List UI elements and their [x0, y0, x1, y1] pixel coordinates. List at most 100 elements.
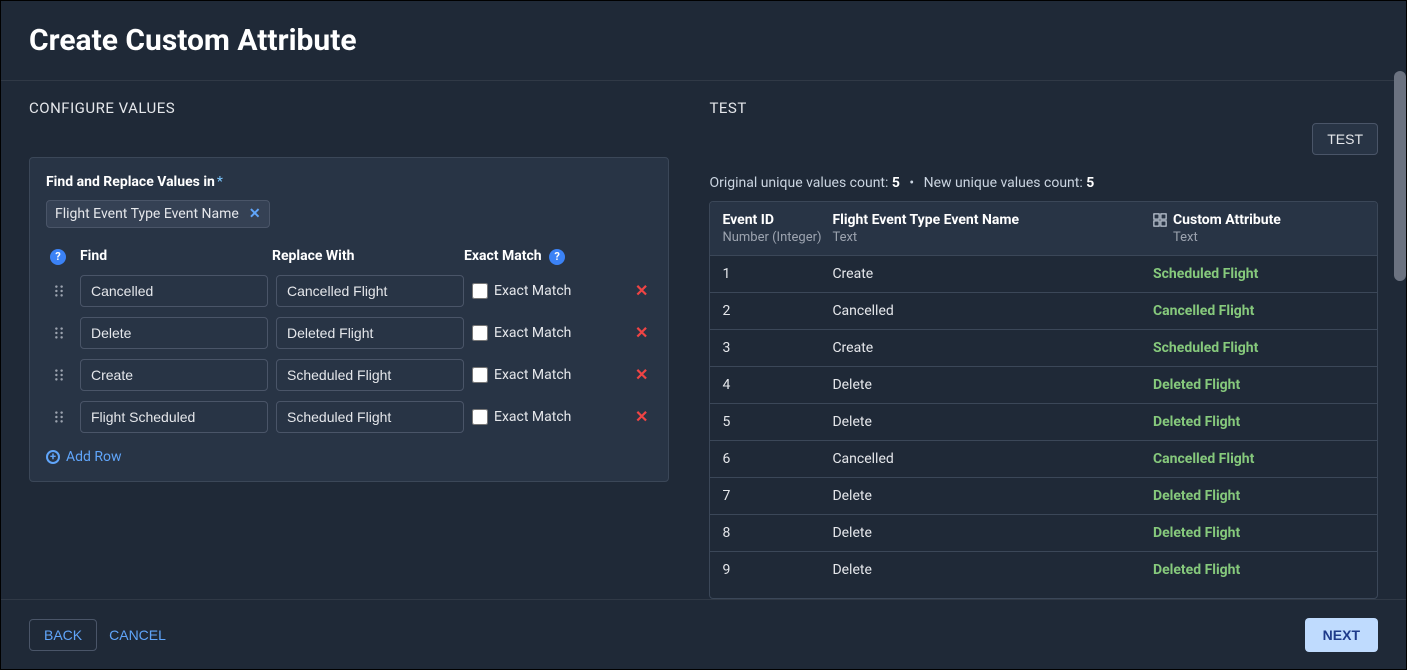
chip-remove-icon[interactable]: ✕ — [249, 206, 261, 222]
replace-input[interactable] — [276, 359, 464, 391]
find-input[interactable] — [80, 275, 268, 307]
cell-custom-attribute: Deleted Flight — [1153, 525, 1365, 541]
exact-match-checkbox[interactable] — [472, 367, 488, 383]
cell-event-name: Delete — [832, 525, 1153, 541]
rule-row: Exact Match ✕ — [46, 401, 652, 433]
find-input[interactable] — [80, 317, 268, 349]
th-event-name: Flight Event Type Event Name Text — [832, 212, 1153, 245]
cell-event-name: Delete — [832, 377, 1153, 393]
table-row: 2CancelledCancelled Flight — [710, 292, 1377, 329]
replace-input[interactable] — [276, 275, 464, 307]
exact-match-checkbox[interactable] — [472, 325, 488, 341]
cell-event-id: 4 — [722, 377, 832, 393]
find-column-header: Find — [80, 248, 272, 264]
rules-body: Exact Match✕Exact Match✕Exact Match✕Exac… — [46, 275, 652, 433]
exact-match-label: Exact Match — [494, 367, 571, 383]
cell-custom-attribute: Scheduled Flight — [1153, 266, 1365, 282]
replace-column-header: Replace With — [272, 248, 464, 264]
new-count-label: New unique values count: — [924, 175, 1083, 191]
cell-event-id: 5 — [722, 414, 832, 430]
test-button[interactable]: TEST — [1312, 123, 1378, 155]
cell-event-name: Cancelled — [832, 451, 1153, 467]
find-replace-label: Find and Replace Values in — [46, 174, 215, 190]
exact-match-label: Exact Match — [494, 409, 571, 425]
help-icon[interactable]: ? — [50, 249, 66, 265]
back-button[interactable]: BACK — [29, 619, 97, 651]
drag-handle-icon[interactable] — [46, 410, 72, 424]
help-icon[interactable]: ? — [549, 249, 565, 265]
match-column-header: Exact Match ? — [464, 248, 652, 265]
replace-input[interactable] — [276, 401, 464, 433]
drag-handle-icon[interactable] — [46, 326, 72, 340]
replace-input[interactable] — [276, 317, 464, 349]
delete-row-icon[interactable]: ✕ — [635, 323, 652, 342]
main: CONFIGURE VALUES Find and Replace Values… — [1, 71, 1406, 599]
th-event-id: Event ID Number (Integer) — [722, 212, 832, 245]
cell-event-name: Delete — [832, 488, 1153, 504]
footer: BACK CANCEL NEXT — [1, 599, 1406, 669]
cell-event-id: 6 — [722, 451, 832, 467]
table-header: Event ID Number (Integer) Flight Event T… — [710, 202, 1377, 256]
table-row: 3CreateScheduled Flight — [710, 329, 1377, 366]
configure-card: Find and Replace Values in* Flight Event… — [29, 157, 669, 482]
configure-section-title: CONFIGURE VALUES — [29, 99, 669, 117]
exact-match-label: Exact Match — [494, 283, 571, 299]
test-header: TEST — [709, 99, 1378, 117]
cell-event-id: 3 — [722, 340, 832, 356]
find-input[interactable] — [80, 401, 268, 433]
cell-event-id: 7 — [722, 488, 832, 504]
cell-custom-attribute: Deleted Flight — [1153, 377, 1365, 393]
delete-row-icon[interactable]: ✕ — [635, 407, 652, 426]
results-table: Event ID Number (Integer) Flight Event T… — [709, 201, 1378, 599]
test-section-title: TEST — [709, 99, 746, 117]
find-input[interactable] — [80, 359, 268, 391]
cell-event-name: Delete — [832, 414, 1153, 430]
cell-custom-attribute: Cancelled Flight — [1153, 451, 1365, 467]
cell-event-name: Cancelled — [832, 303, 1153, 319]
plus-icon: + — [46, 450, 60, 464]
cell-custom-attribute: Deleted Flight — [1153, 562, 1365, 578]
source-column-chip[interactable]: Flight Event Type Event Name ✕ — [46, 200, 270, 228]
exact-match-checkbox[interactable] — [472, 409, 488, 425]
next-button[interactable]: NEXT — [1305, 618, 1378, 652]
scrollbar-thumb[interactable] — [1394, 71, 1406, 281]
table-row: 5DeleteDeleted Flight — [710, 403, 1377, 440]
cell-custom-attribute: Deleted Flight — [1153, 414, 1365, 430]
delete-row-icon[interactable]: ✕ — [635, 365, 652, 384]
help-column: ? — [46, 248, 80, 265]
cell-custom-attribute: Cancelled Flight — [1153, 303, 1365, 319]
required-asterisk: * — [217, 174, 223, 190]
test-pane: TEST TEST Original unique values count: … — [689, 71, 1406, 599]
rule-row: Exact Match✕ — [46, 317, 652, 349]
table-row: 6CancelledCancelled Flight — [710, 440, 1377, 477]
cell-event-name: Delete — [832, 562, 1153, 578]
cell-event-name: Create — [832, 340, 1153, 356]
cell-event-id: 8 — [722, 525, 832, 541]
add-row-button[interactable]: + Add Row — [46, 449, 122, 465]
table-row: 1CreateScheduled Flight — [710, 256, 1377, 292]
table-body[interactable]: 1CreateScheduled Flight2CancelledCancell… — [710, 256, 1377, 598]
rules-header: ? Find Replace With Exact Match ? — [46, 248, 652, 265]
new-count-value: 5 — [1086, 175, 1094, 191]
cancel-button[interactable]: CANCEL — [109, 627, 166, 643]
drag-handle-icon[interactable] — [46, 284, 72, 298]
card-label-row: Find and Replace Values in* — [46, 174, 652, 190]
drag-handle-icon[interactable] — [46, 368, 72, 382]
cell-event-id: 2 — [722, 303, 832, 319]
th-custom-attribute: Custom Attribute Text — [1153, 212, 1365, 245]
table-row: 9DeleteDeleted Flight — [710, 551, 1377, 588]
orig-count-label: Original unique values count: — [709, 175, 888, 191]
separator-dot: • — [909, 175, 914, 191]
rule-row: Exact Match ✕ — [46, 275, 652, 307]
cell-custom-attribute: Scheduled Flight — [1153, 340, 1365, 356]
table-row: 4DeleteDeleted Flight — [710, 366, 1377, 403]
configure-pane: CONFIGURE VALUES Find and Replace Values… — [1, 71, 689, 599]
table-row: 8DeleteDeleted Flight — [710, 514, 1377, 551]
delete-row-icon[interactable]: ✕ — [635, 281, 652, 300]
chip-label: Flight Event Type Event Name — [55, 206, 239, 222]
exact-match-checkbox[interactable] — [472, 283, 488, 299]
cell-event-id: 9 — [722, 562, 832, 578]
cell-event-name: Create — [832, 266, 1153, 282]
counts-row: Original unique values count: 5 • New un… — [709, 175, 1378, 191]
rule-row: Exact Match ✕ — [46, 359, 652, 391]
